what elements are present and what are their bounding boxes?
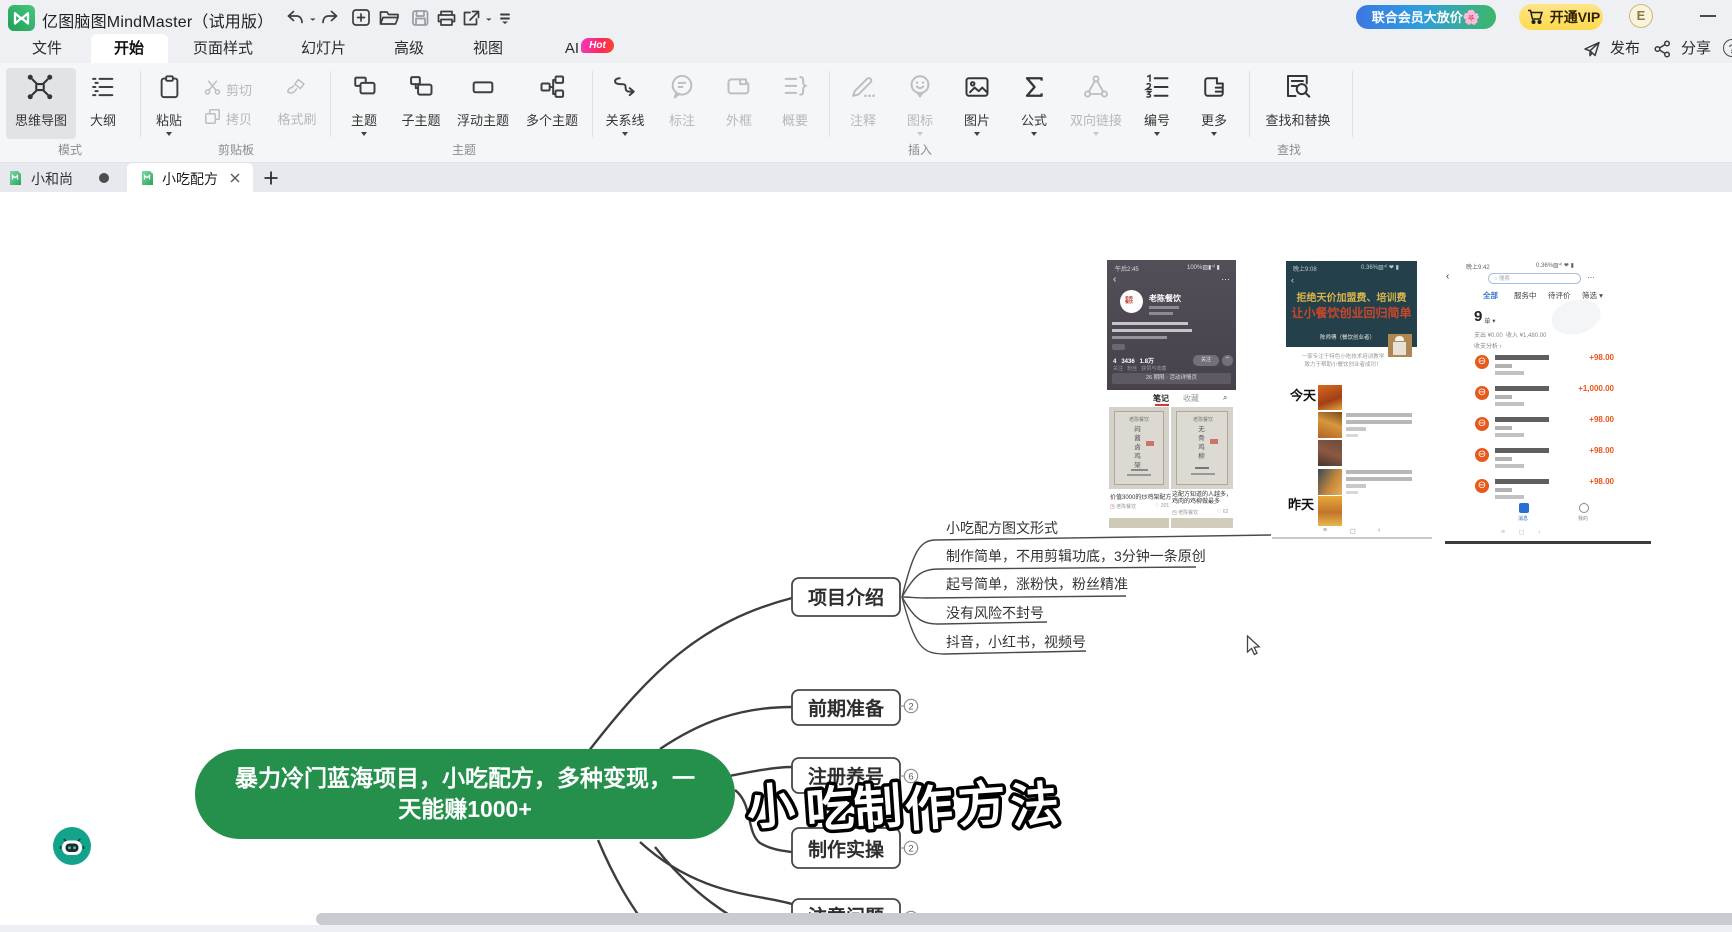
svg-text:小: 小	[745, 779, 797, 835]
svg-text:作: 作	[903, 781, 955, 837]
svg-text:吃: 吃	[804, 782, 856, 838]
svg-text:制: 制	[852, 780, 904, 836]
svg-text:方: 方	[956, 777, 1008, 833]
svg-text:2: 2	[908, 702, 913, 713]
svg-text:法: 法	[1009, 778, 1061, 834]
